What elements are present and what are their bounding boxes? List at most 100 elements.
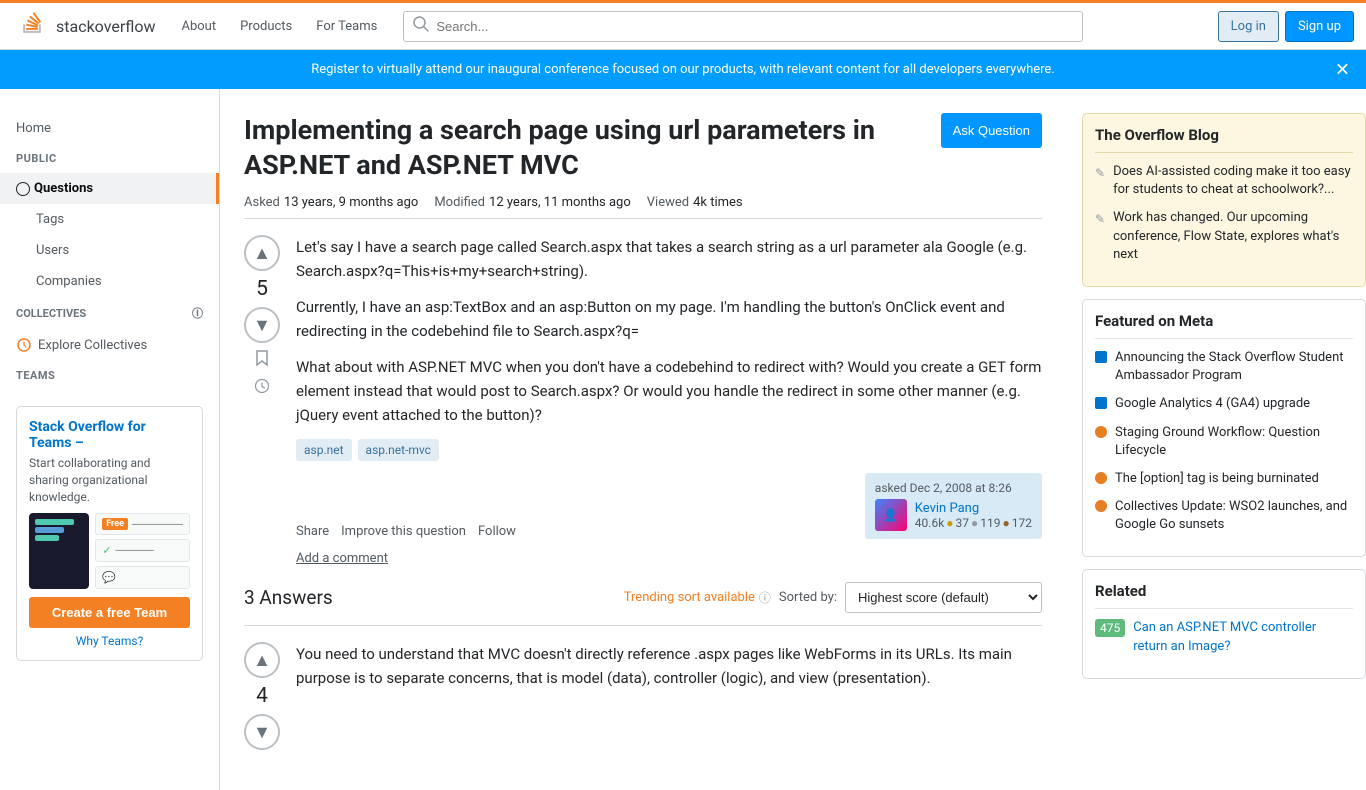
meta-item-5: Collectives Update: WSO2 launches, and G… [1095,498,1353,534]
meta-link-3[interactable]: Staging Ground Workflow: Question Lifecy… [1115,424,1353,460]
meta-box-title: Featured on Meta [1095,312,1353,339]
nav-for-teams[interactable]: For Teams [306,11,387,42]
logo[interactable]: stackoverflow [12,11,155,41]
teams-title-text: Stack Overflow for Teams [29,419,146,451]
question-header: Implementing a search page using url par… [244,113,1042,183]
answer-vote-count: 4 [256,684,268,708]
collectives-icon [16,337,32,353]
chat-icon: 💬 [102,571,116,584]
meta-link-5[interactable]: Collectives Update: WSO2 launches, and G… [1115,498,1353,534]
content-area: Let's say I have a search page called Se… [296,235,1042,566]
sidebar-section-public: PUBLIC [0,144,219,173]
silver-badge-icon: ● [971,516,978,530]
downvote-button[interactable]: ▼ [244,307,280,343]
ask-question-button[interactable]: Ask Question [941,113,1042,148]
why-teams-link[interactable]: Why Teams? [29,634,190,648]
upvote-button[interactable]: ▲ [244,235,280,271]
nav-products[interactable]: Products [230,11,302,42]
related-box: Related 475 Can an ASP.NET MVC controlle… [1082,569,1366,678]
sidebar-questions-label: Questions [16,181,93,196]
teams-check-line: ────── [115,545,153,556]
create-team-button[interactable]: Create a free Team [29,597,190,628]
sidebar-item-tags[interactable]: Tags [0,204,219,235]
meta-circle-icon-3 [1095,426,1107,438]
vote-count: 5 [256,277,268,301]
overflow-blog-box: The Overflow Blog ✎ Does AI-assisted cod… [1082,113,1366,287]
answer-body: ▲ 4 ▼ You need to understand that MVC do… [244,625,1042,766]
code-line-3 [35,535,59,541]
featured-meta-box: Featured on Meta Announcing the Stack Ov… [1082,299,1366,558]
user-badges: 40.6k ● 37 ● 119 ● 172 [915,516,1032,530]
question-actions: Share Improve this question Follow [296,524,516,539]
banner-close-button[interactable]: ✕ [1335,59,1350,80]
related-link-1[interactable]: Can an ASP.NET MVC controller return an … [1133,619,1353,655]
question-paragraph-1: Let's say I have a search page called Se… [296,235,1042,283]
improve-link[interactable]: Improve this question [341,524,466,539]
related-score-1: 475 [1095,619,1125,637]
asked-value: 13 years, 9 months ago [284,195,418,210]
user-info: 👤 Kevin Pang 40.6k ● 37 ● 119 ● [875,499,1032,531]
sidebar-item-users[interactable]: Users [0,235,219,266]
blog-item-1: ✎ Does AI-assisted coding make it too ea… [1095,163,1353,199]
search-icon [412,15,430,37]
history-button[interactable] [254,378,270,397]
asked-label: Asked [244,195,280,210]
user-asked-date: asked Dec 2, 2008 at 8:26 [875,481,1032,495]
sorted-by-label: Sorted by: [779,590,837,605]
answers-count: 3 Answers [244,586,333,609]
search-input[interactable] [403,11,1083,42]
meta-item-1: Announcing the Stack Overflow Student Am… [1095,349,1353,385]
answer-downvote-button[interactable]: ▼ [244,714,280,750]
teams-card-line: ──────── [132,519,183,530]
user-name[interactable]: Kevin Pang [915,501,1032,516]
blog-link-2[interactable]: Work has changed. Our upcoming conferenc… [1113,209,1353,264]
topbar: stackoverflow About Products For Teams L… [0,0,1366,50]
modified-value: 12 years, 11 months ago [489,195,631,210]
teams-description: Start collaborating and sharing organiza… [29,455,190,505]
meta-circle-icon-4 [1095,472,1107,484]
sidebar: Home PUBLIC Questions Tags Users Compani… [0,89,220,790]
answer-content: You need to understand that MVC doesn't … [296,642,1042,750]
nav-links: About Products For Teams [171,11,387,42]
add-comment-link[interactable]: Add a comment [296,551,388,566]
teams-visual: Free ──────── ✓ ────── 💬 [29,513,190,589]
answer-upvote-button[interactable]: ▲ [244,642,280,678]
sort-select[interactable]: Highest score (default)Date modified (ne… [845,582,1042,613]
tag-aspnet[interactable]: asp.net [296,439,352,461]
announcement-banner: Register to virtually attend our inaugur… [0,50,1366,89]
right-sidebar: The Overflow Blog ✎ Does AI-assisted cod… [1066,89,1366,790]
meta-link-1[interactable]: Announcing the Stack Overflow Student Am… [1115,349,1353,385]
sidebar-item-questions[interactable]: Questions [0,173,219,204]
teams-check-card: ✓ ────── [95,539,190,562]
tag-aspnet-mvc[interactable]: asp.net-mvc [358,439,439,461]
sorted-by-section: Trending sort available ⓘ Sorted by: Hig… [624,582,1042,613]
answer-paragraph: You need to understand that MVC doesn't … [296,642,1042,690]
sidebar-explore-collectives[interactable]: Explore Collectives [0,329,219,361]
teams-free-card: Free ──────── [95,513,190,535]
login-button[interactable]: Log in [1218,11,1279,42]
blog-link-1[interactable]: Does AI-assisted coding make it too easy… [1113,163,1353,199]
nav-about[interactable]: About [171,11,226,42]
follow-link[interactable]: Follow [478,524,516,539]
sidebar-item-companies[interactable]: Companies [0,266,219,297]
checkmark-icon: ✓ [102,544,111,557]
stackoverflow-logo-icon [12,11,52,41]
sidebar-item-home[interactable]: Home [0,113,219,144]
question-paragraph-2: Currently, I have an asp:TextBox and an … [296,295,1042,343]
bookmark-button[interactable] [253,349,271,372]
teams-code-preview [29,513,89,589]
gold-badge-count: 37 [956,516,970,530]
collectives-info-icon[interactable]: ⓘ [192,305,203,321]
meta-link-2[interactable]: Google Analytics 4 (GA4) upgrade [1115,395,1310,413]
related-item-1: 475 Can an ASP.NET MVC controller return… [1095,619,1353,655]
viewed-label: Viewed [647,195,689,210]
vote-section: ▲ 5 ▼ [244,235,280,566]
question-body: ▲ 5 ▼ Let's say I have a search page cal… [244,235,1042,566]
user-rep: 40.6k [915,516,944,530]
signup-button[interactable]: Sign up [1285,11,1354,42]
collectives-label: COLLECTIVES [16,307,86,320]
trending-sort[interactable]: Trending sort available ⓘ [624,589,771,606]
code-line-1 [35,519,74,525]
share-link[interactable]: Share [296,524,329,539]
meta-link-4[interactable]: The [option] tag is being burninated [1115,470,1319,488]
